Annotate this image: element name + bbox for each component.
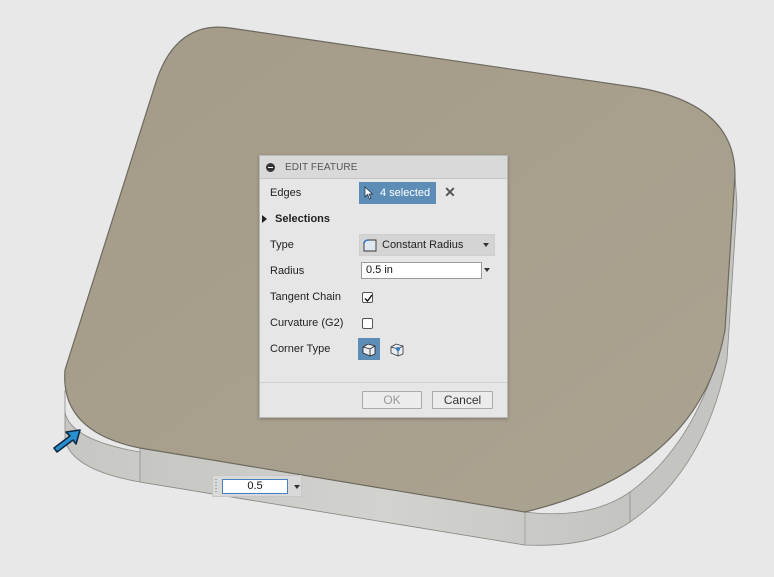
selections-label: Selections bbox=[275, 213, 331, 225]
chevron-down-icon[interactable] bbox=[294, 485, 300, 489]
corner-type-label: Corner Type bbox=[270, 343, 331, 355]
type-dropdown[interactable]: Constant Radius bbox=[359, 234, 495, 256]
collapse-icon[interactable] bbox=[266, 162, 275, 172]
curvature-label: Curvature (G2) bbox=[270, 317, 344, 329]
selections-toggle[interactable]: Selections bbox=[262, 212, 330, 226]
dimension-input-box: 0.5 bbox=[212, 475, 302, 497]
dimension-input[interactable]: 0.5 bbox=[222, 479, 288, 494]
curvature-checkbox[interactable] bbox=[362, 318, 373, 329]
chevron-down-icon bbox=[483, 243, 489, 247]
type-row: Type bbox=[270, 235, 358, 255]
drag-grip-icon[interactable] bbox=[215, 479, 217, 493]
tangent-chain-row: Tangent Chain bbox=[270, 287, 358, 307]
tangent-chain-label: Tangent Chain bbox=[270, 291, 341, 303]
corner-type-rolling-ball-button[interactable] bbox=[358, 338, 380, 360]
type-value: Constant Radius bbox=[382, 239, 464, 251]
radius-label: Radius bbox=[270, 265, 305, 277]
curvature-row: Curvature (G2) bbox=[270, 313, 358, 333]
corner-rolling-ball-icon bbox=[362, 343, 376, 356]
radius-row: Radius bbox=[270, 261, 358, 281]
cursor-arrow-icon bbox=[364, 186, 374, 200]
radius-dropdown-icon[interactable] bbox=[484, 268, 490, 272]
dialog-footer-divider bbox=[260, 382, 507, 383]
cancel-button[interactable]: Cancel bbox=[432, 391, 493, 409]
ok-button[interactable]: OK bbox=[362, 391, 422, 409]
edges-label: Edges bbox=[270, 187, 302, 199]
constant-radius-icon bbox=[363, 238, 377, 251]
radius-input[interactable]: 0.5 in bbox=[361, 262, 482, 279]
dialog-title: EDIT FEATURE bbox=[285, 161, 358, 173]
type-label: Type bbox=[270, 239, 294, 251]
corner-type-row: Corner Type bbox=[270, 339, 358, 359]
dialog-header[interactable]: EDIT FEATURE bbox=[260, 156, 507, 179]
corner-type-setback-button[interactable] bbox=[386, 338, 408, 360]
edit-feature-dialog: EDIT FEATURE Edges 4 selected ✕ Selectio… bbox=[259, 155, 508, 418]
tangent-chain-checkbox[interactable] bbox=[362, 292, 373, 303]
edges-selection-button[interactable]: 4 selected bbox=[359, 182, 436, 204]
corner-setback-icon bbox=[390, 343, 404, 356]
expand-triangle-icon bbox=[262, 215, 267, 223]
edges-row: Edges bbox=[270, 183, 358, 203]
edges-selection-label: 4 selected bbox=[380, 187, 431, 199]
checkmark-icon bbox=[364, 294, 373, 303]
clear-selection-icon[interactable]: ✕ bbox=[444, 185, 456, 199]
